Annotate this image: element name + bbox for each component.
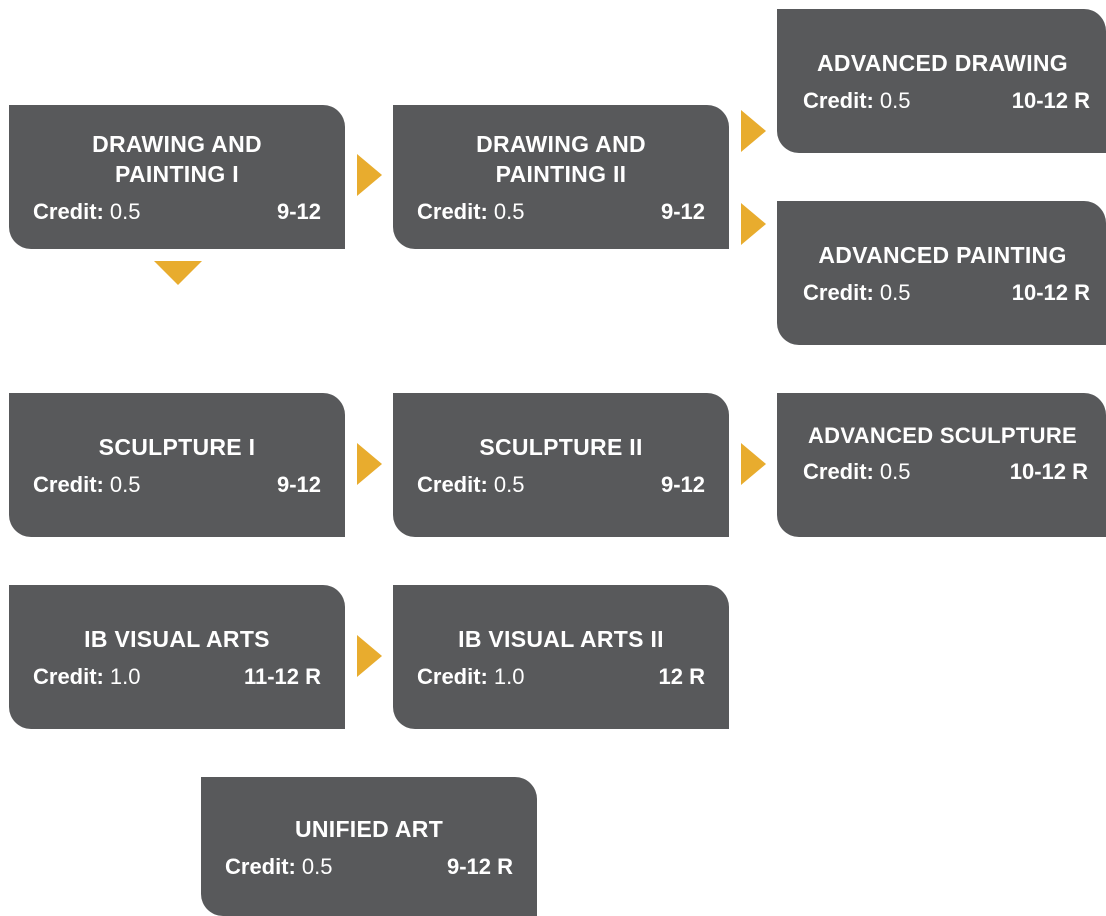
credit: Credit: 0.5	[33, 472, 140, 498]
course-advanced-sculpture: ADVANCED SCULPTURE Credit: 0.5 10-12 R	[777, 393, 1106, 537]
arrow-right-icon	[741, 110, 766, 152]
credit: Credit: 1.0	[417, 664, 524, 690]
credit-label: Credit:	[417, 472, 488, 497]
course-drawing-painting-2: DRAWING AND PAINTING II Credit: 0.5 9-12	[393, 105, 729, 249]
course-info: Credit: 0.5 9-12	[417, 472, 705, 498]
credit-label: Credit:	[225, 853, 296, 879]
credit: Credit: 0.5	[803, 459, 910, 485]
course-title: ADVANCED SCULPTURE	[807, 423, 1077, 448]
credit-value: 0.5	[109, 472, 141, 497]
credit-label: Credit:	[803, 88, 874, 113]
course-title: UNIFIED ART	[294, 815, 444, 842]
credit-label: Credit:	[803, 459, 874, 484]
credit-label: Credit:	[33, 199, 104, 224]
grade-range: 9-12	[276, 199, 321, 224]
credit-label: Credit:	[417, 664, 488, 689]
course-title: ADVANCED DRAWING	[817, 50, 1068, 76]
course-info: Credit: 0.5 9-12 R	[225, 854, 513, 880]
course-title: SCULPTURE II	[479, 434, 643, 460]
arrow-right-icon	[741, 203, 766, 245]
credit-value: 0.5	[879, 88, 911, 113]
credit: Credit: 0.5	[225, 854, 332, 880]
arrow-right-icon	[357, 635, 382, 677]
course-drawing-painting-1: DRAWING AND PAINTING I Credit: 0.5 9-12	[9, 105, 345, 249]
course-advanced-drawing: ADVANCED DRAWING Credit: 0.5 10-12 R	[777, 9, 1106, 153]
course-sculpture-2: SCULPTURE II Credit: 0.5 9-12	[393, 393, 729, 537]
credit: Credit: 0.5	[33, 199, 140, 225]
grade-range: 9-12	[660, 472, 705, 497]
course-sculpture-1: SCULPTURE I Credit: 0.5 9-12	[9, 393, 345, 537]
course-ib-visual-arts-2: IB VISUAL ARTS II Credit: 1.0 12 R	[393, 585, 729, 729]
course-title: IB VISUAL ARTS	[84, 626, 270, 652]
grade-range: 10-12 R	[1011, 280, 1090, 305]
course-info: Credit: 1.0 12 R	[417, 664, 705, 690]
course-unified-art: UNIFIED ART Credit: 0.5 9-12 R	[201, 777, 537, 916]
course-info: Credit: 1.0 11-12 R	[33, 664, 321, 690]
credit-value: 0.5	[493, 472, 525, 497]
credit: Credit: 1.0	[33, 664, 140, 690]
course-title: IB VISUAL ARTS II	[458, 626, 664, 652]
credit-value: 1.0	[493, 664, 525, 689]
credit-label: Credit:	[417, 199, 488, 224]
credit-label: Credit:	[33, 472, 104, 497]
course-info: Credit: 0.5 10-12 R	[795, 88, 1090, 114]
arrow-right-icon	[357, 154, 382, 196]
credit: Credit: 0.5	[803, 280, 910, 306]
grade-range: 10-12 R	[1009, 459, 1088, 484]
credit: Credit: 0.5	[803, 88, 910, 114]
course-info: Credit: 0.5 9-12	[33, 472, 321, 498]
credit-value: 0.5	[879, 280, 911, 305]
grade-range: 9-12	[660, 199, 705, 224]
credit-value: 0.5	[109, 199, 141, 224]
course-info: Credit: 0.5 9-12	[33, 199, 321, 225]
course-info: Credit: 0.5 9-12	[417, 199, 705, 225]
course-info: Credit: 0.5 10-12 R	[783, 459, 1102, 485]
credit-value: 0.5	[493, 199, 525, 224]
grade-range: 9-12	[276, 472, 321, 497]
grade-range: 11-12 R	[243, 664, 321, 689]
credit-value: 0.5	[879, 459, 911, 484]
course-advanced-painting: ADVANCED PAINTING Credit: 0.5 10-12 R	[777, 201, 1106, 345]
credit-value: 1.0	[109, 664, 141, 689]
course-title: ADVANCED PAINTING	[818, 242, 1067, 268]
grade-range: 10-12 R	[1011, 88, 1090, 113]
credit: Credit: 0.5	[417, 199, 524, 225]
grade-range: 9-12 R	[446, 853, 513, 879]
arrow-right-icon	[357, 443, 382, 485]
credit-label: Credit:	[33, 664, 104, 689]
course-info: Credit: 0.5 10-12 R	[795, 280, 1090, 306]
grade-range: 12 R	[658, 664, 705, 689]
arrow-right-icon	[741, 443, 766, 485]
credit-label: Credit:	[803, 280, 874, 305]
credit-value: 0.5	[301, 853, 333, 879]
course-title: SCULPTURE I	[98, 434, 256, 460]
credit: Credit: 0.5	[417, 472, 524, 498]
course-ib-visual-arts: IB VISUAL ARTS Credit: 1.0 11-12 R	[9, 585, 345, 729]
arrow-down-icon	[154, 261, 202, 285]
course-title: DRAWING AND PAINTING I	[92, 131, 262, 187]
course-title: DRAWING AND PAINTING II	[476, 131, 646, 187]
